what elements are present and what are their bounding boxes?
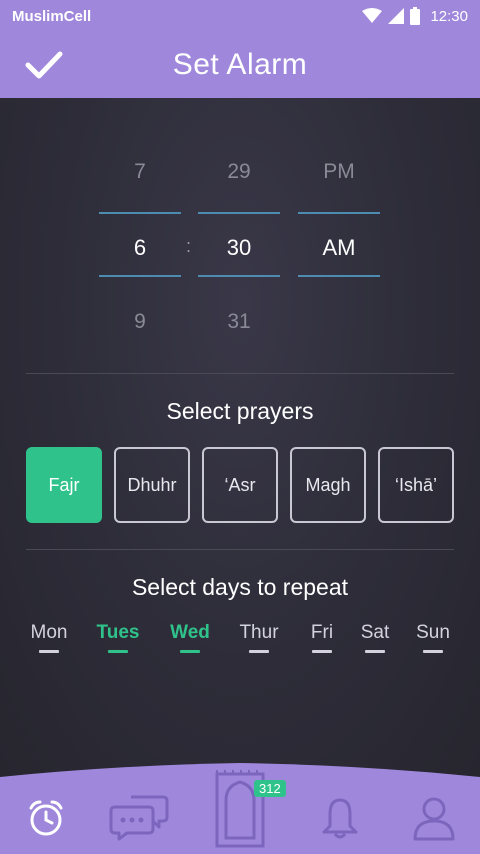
status-time: 12:30 [430,7,468,25]
day-label: Tues [96,622,140,643]
day-mon[interactable]: Mon [28,622,70,653]
chat-bubbles-icon [109,795,169,841]
minute-selected[interactable]: 30 [198,235,280,261]
nav-profile[interactable] [410,792,458,844]
minute-line-bottom [198,275,280,277]
bottom-nav [0,760,480,854]
day-indicator [312,650,332,653]
alarm-clock-icon [29,800,63,836]
hour-selected[interactable]: 6 [99,235,181,261]
prayer-asr-button[interactable]: ‘Asr [202,447,278,523]
page-title: Set Alarm [172,48,308,81]
period-selected[interactable]: AM [298,235,380,261]
status-bar: MuslimCell 12:30 [0,0,480,32]
wifi-icon [362,8,383,23]
day-indicator [249,650,269,653]
prayer-maghrib-button[interactable]: Magh [290,447,366,523]
day-indicator [365,650,385,653]
day-label: Sat [360,622,390,643]
day-thur[interactable]: Thur [236,622,282,653]
days-title: Select days to repeat [131,574,349,600]
day-indicator [39,650,59,653]
nav-chat[interactable] [108,792,170,844]
divider-top [26,373,454,374]
checkmark-icon [25,51,63,79]
prayers-title: Select prayers [166,398,314,424]
prayer-dhuhr-button[interactable]: Dhuhr [114,447,190,523]
prayer-fajr-button[interactable]: Fajr [26,447,102,523]
hour-line-bottom [99,275,181,277]
day-wed[interactable]: Wed [168,622,212,653]
period-line-bottom [298,275,380,277]
day-indicator [423,650,443,653]
day-label: Wed [170,622,210,643]
period-line-top [298,212,380,214]
day-tues[interactable]: Tues [95,622,141,653]
hour-prev[interactable]: 7 [99,160,181,184]
day-label: Sun [416,622,450,643]
confirm-button[interactable] [24,48,64,82]
cell-signal-icon [388,8,405,24]
period-prev[interactable]: PM [298,160,380,184]
minute-prev[interactable]: 29 [198,160,280,184]
battery-icon [410,7,421,25]
profile-icon [413,797,455,841]
hour-line-top [99,212,181,214]
prayer-count-badge: 312 [254,780,286,797]
minute-next[interactable]: 31 [198,310,280,334]
minute-line-top [198,212,280,214]
day-label: Fri [310,622,334,643]
carrier-name: MuslimCell [12,7,92,25]
nav-alarm[interactable] [22,794,70,842]
day-sat[interactable]: Sat [358,622,392,653]
day-sun[interactable]: Sun [414,622,452,653]
day-indicator [108,650,128,653]
bell-icon [322,798,358,839]
day-label: Thur [239,622,279,643]
day-indicator [180,650,200,653]
divider-bottom [26,549,454,550]
day-label: Mon [30,622,68,643]
prayer-isha-button[interactable]: ‘Ishā’ [378,447,454,523]
day-fri[interactable]: Fri [306,622,338,653]
main-content [0,98,480,778]
app-header: Set Alarm [0,32,480,98]
time-separator: : [186,236,192,256]
nav-notifications[interactable] [318,794,362,842]
hour-next[interactable]: 9 [99,310,181,334]
status-icons: 12:30 [362,7,468,25]
